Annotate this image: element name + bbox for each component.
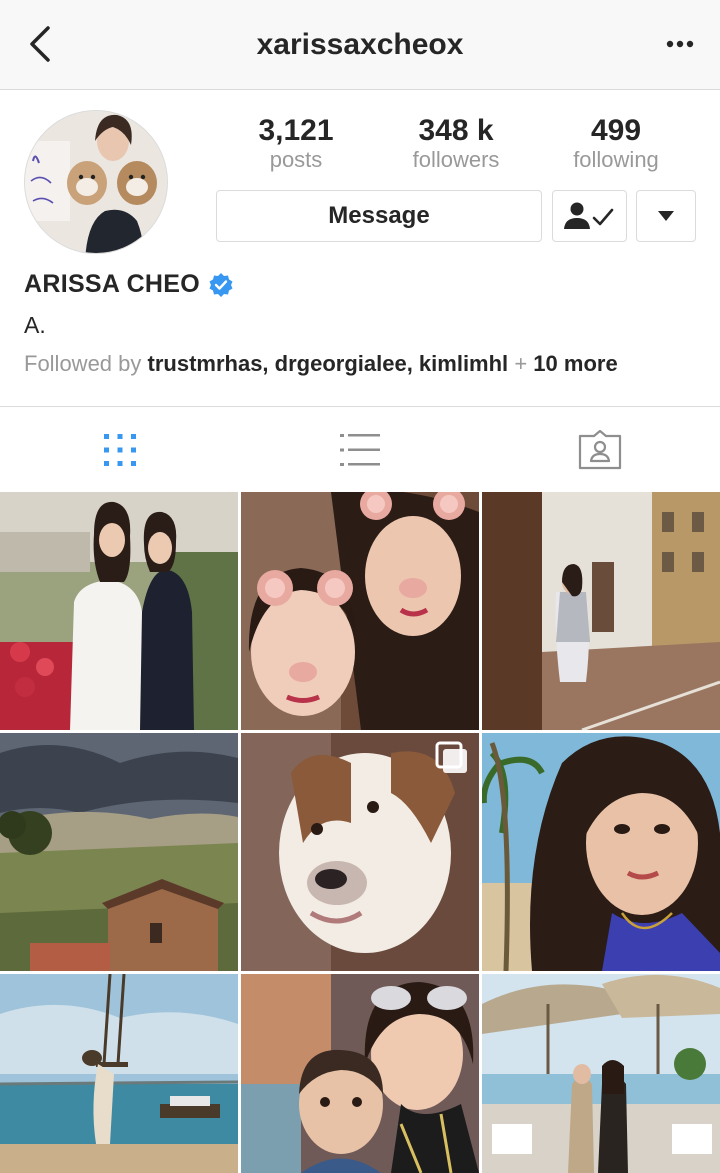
more-options-button[interactable] <box>658 22 702 66</box>
profile-avatar[interactable] <box>24 110 168 254</box>
top-navigation-bar: xarissaxcheox <box>0 0 720 90</box>
post-thumbnail <box>241 492 479 730</box>
post-thumbnail <box>482 974 720 1173</box>
grid-post[interactable] <box>0 733 238 971</box>
posts-grid <box>0 492 720 1173</box>
posts-label: posts <box>269 147 323 172</box>
avatar-photo <box>25 111 167 253</box>
profile-bio: A. <box>24 312 46 338</box>
profile-view-tabs <box>0 406 720 492</box>
profile-stats: 3,121 posts 348 k followers 499 followin… <box>216 115 696 175</box>
display-name: ARISSA CHEO <box>24 270 201 298</box>
followed-by-more: 10 more <box>533 351 618 376</box>
followers-label: followers <box>412 147 500 172</box>
followed-by-users: trustmrhas, drgeorgialee, kimlimhl <box>147 351 509 376</box>
suggested-dropdown-button[interactable] <box>636 190 696 242</box>
post-thumbnail <box>241 974 479 1173</box>
tab-tagged-view[interactable] <box>480 407 720 492</box>
following-count: 499 <box>590 114 642 147</box>
person-check-icon <box>563 202 613 229</box>
verified-badge-icon <box>209 272 233 297</box>
grid-post[interactable] <box>241 492 479 730</box>
post-thumbnail <box>0 974 238 1173</box>
grid-icon <box>104 433 136 466</box>
tab-grid-view[interactable] <box>0 407 240 492</box>
post-thumbnail <box>482 492 720 730</box>
profile-name-row: ARISSA CHEO <box>24 270 234 299</box>
grid-post[interactable] <box>482 733 720 971</box>
following-status-button[interactable] <box>552 190 627 242</box>
followed-by-line[interactable]: Followed by trustmrhas, drgeorgialee, ki… <box>24 351 618 377</box>
followers-stat[interactable]: 348 k followers <box>376 115 536 175</box>
ellipsis-icon <box>666 40 694 48</box>
post-thumbnail <box>0 492 238 730</box>
post-thumbnail <box>482 733 720 971</box>
posts-count: 3,121 <box>258 114 334 147</box>
tagged-icon <box>578 429 622 469</box>
profile-username-title: xarissaxcheox <box>256 28 464 61</box>
tab-list-view[interactable] <box>240 407 480 492</box>
list-icon <box>340 433 380 466</box>
message-button[interactable]: Message <box>216 190 542 242</box>
grid-post[interactable] <box>482 974 720 1173</box>
following-stat[interactable]: 499 following <box>536 115 696 175</box>
post-thumbnail <box>241 733 479 971</box>
grid-post[interactable] <box>241 733 479 971</box>
grid-post[interactable] <box>482 492 720 730</box>
grid-post[interactable] <box>0 492 238 730</box>
posts-stat[interactable]: 3,121 posts <box>216 115 376 175</box>
followed-by-plus: + <box>514 351 528 376</box>
following-label: following <box>573 147 659 172</box>
grid-post[interactable] <box>0 974 238 1173</box>
caret-down-icon <box>658 211 674 221</box>
post-thumbnail <box>0 733 238 971</box>
followed-by-prefix: Followed by <box>24 351 142 376</box>
grid-post[interactable] <box>241 974 479 1173</box>
followers-count: 348 k <box>418 114 494 147</box>
